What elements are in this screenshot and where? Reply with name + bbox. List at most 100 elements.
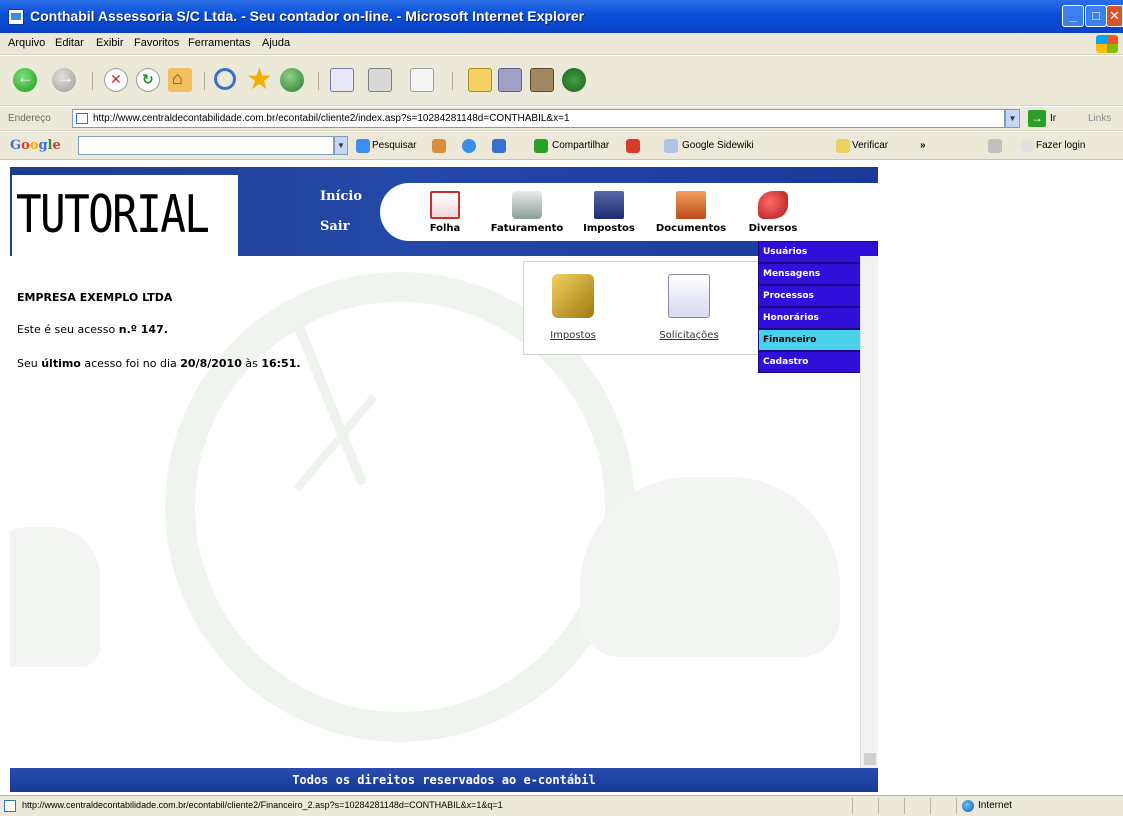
toolbar-separator <box>318 72 319 90</box>
google-search-input[interactable] <box>78 136 334 155</box>
edit-icon[interactable] <box>410 68 434 92</box>
taxes-icon <box>594 191 624 219</box>
status-url: http://www.centraldecontabilidade.com.br… <box>22 800 503 810</box>
last-time: 16:51. <box>261 357 301 370</box>
address-input[interactable]: http://www.centraldecontabilidade.com.br… <box>72 109 1005 128</box>
forward-icon[interactable] <box>52 68 76 92</box>
scroll-down-arrow-icon[interactable] <box>864 753 876 765</box>
menu-favoritos[interactable]: Favoritos <box>134 37 179 49</box>
maximize-button[interactable]: □ <box>1085 5 1107 27</box>
module-label: Folha <box>429 223 461 234</box>
print-icon[interactable] <box>368 68 392 92</box>
menu-exibir[interactable]: Exibir <box>96 37 124 49</box>
refresh-icon[interactable] <box>136 68 160 92</box>
bookmarks-icon[interactable] <box>432 139 446 153</box>
home-icon[interactable] <box>168 68 192 92</box>
google-search-icon[interactable] <box>356 139 370 153</box>
favorites-star-icon[interactable]: ★ <box>246 65 273 95</box>
spellcheck-icon[interactable] <box>836 139 850 153</box>
menu-arquivo[interactable]: Arquivo <box>8 37 45 49</box>
quick-label[interactable]: Impostos <box>528 330 618 341</box>
links-label[interactable]: Links <box>1088 113 1111 124</box>
status-bar: http://www.centraldecontabilidade.com.br… <box>0 795 1123 816</box>
nav-inicio-link[interactable]: Início <box>320 189 362 204</box>
tax-folder-icon <box>552 274 594 318</box>
google-search-button[interactable]: Pesquisar <box>372 140 416 151</box>
access-count-text: Este é seu acesso n.º 147. <box>17 323 168 336</box>
page-icon <box>76 113 88 124</box>
menu-ferramentas[interactable]: Ferramentas <box>188 37 250 49</box>
go-arrow-icon[interactable]: → <box>1028 110 1046 127</box>
quick-impostos[interactable]: Impostos <box>528 274 618 341</box>
highlight-icon[interactable] <box>626 139 640 153</box>
more-chevron-icon[interactable]: » <box>920 140 926 151</box>
standard-toolbar: ★ <box>0 56 1123 106</box>
security-zone: Internet <box>978 800 1012 811</box>
toolbar-separator <box>452 72 453 90</box>
toolbar-separator <box>92 72 93 90</box>
toolbar-separator <box>204 72 205 90</box>
back-icon[interactable] <box>13 68 37 92</box>
module-diversos[interactable]: Diversos <box>728 191 818 234</box>
wrench-icon[interactable] <box>988 139 1002 153</box>
module-label: Faturamento <box>490 223 564 234</box>
ie-page-icon <box>8 9 24 25</box>
google-toolbar: Google ▼ Pesquisar Compartilhar Google S… <box>0 132 1123 160</box>
status-divider <box>930 798 931 814</box>
users-icon[interactable] <box>562 68 586 92</box>
status-divider <box>852 798 853 814</box>
minimize-button[interactable]: _ <box>1062 5 1084 27</box>
module-impostos[interactable]: Impostos <box>564 191 654 234</box>
module-label: Documentos <box>655 223 727 234</box>
share-button[interactable]: Compartilhar <box>552 140 609 151</box>
module-faturamento[interactable]: Faturamento <box>482 191 572 234</box>
close-button[interactable]: ✕ <box>1106 5 1123 27</box>
page-scrollbar[interactable] <box>860 256 878 769</box>
web-page: TUTORIAL Início Sair Folha Faturamento I… <box>10 167 878 793</box>
misc-icon <box>758 191 788 219</box>
phone-watermark <box>10 527 100 667</box>
documents-icon <box>676 191 706 219</box>
access-number: n.º 147. <box>118 323 168 336</box>
sidewiki-icon[interactable] <box>664 139 678 153</box>
go-button-label[interactable]: Ir <box>1050 113 1056 124</box>
windows-logo-icon <box>1096 35 1118 53</box>
folder-icon[interactable] <box>468 68 492 92</box>
stop-icon[interactable] <box>104 68 128 92</box>
internet-zone-icon <box>962 800 974 812</box>
module-label: Diversos <box>748 223 798 234</box>
login-button[interactable]: Fazer login <box>1036 140 1085 151</box>
billing-icon <box>512 191 542 219</box>
translate-icon[interactable] <box>462 139 476 153</box>
browser-window: Conthabil Assessoria S/C Ltda. - Seu con… <box>0 0 1123 816</box>
last-word: último <box>41 357 81 370</box>
quick-solicitacoes[interactable]: Solicitações <box>644 274 734 341</box>
module-documentos[interactable]: Documentos <box>646 191 736 234</box>
company-name: EMPRESA EXEMPLO LTDA <box>17 291 173 304</box>
address-dropdown-icon[interactable]: ▼ <box>1005 109 1020 128</box>
info-document-icon <box>668 274 710 318</box>
login-icon[interactable] <box>1020 139 1034 153</box>
nav-sair-link[interactable]: Sair <box>320 219 350 234</box>
share-icon[interactable] <box>534 139 548 153</box>
window-title: Conthabil Assessoria S/C Ltda. - Seu con… <box>30 8 585 24</box>
last-mid: acesso foi no dia <box>80 357 181 370</box>
module-folha[interactable]: Folha <box>400 191 490 234</box>
last-access-text: Seu último acesso foi no dia 20/8/2010 à… <box>17 357 301 370</box>
research-icon[interactable] <box>530 68 554 92</box>
last-at: às <box>241 357 262 370</box>
search-icon[interactable] <box>214 68 236 90</box>
menu-ajuda[interactable]: Ajuda <box>262 37 290 49</box>
mail-icon[interactable] <box>330 68 354 92</box>
sidewiki-button[interactable]: Google Sidewiki <box>682 140 754 151</box>
quick-icons-panel: Impostos Solicitações <box>523 261 760 355</box>
history-icon[interactable] <box>280 68 304 92</box>
google-search-dropdown-icon[interactable]: ▼ <box>334 136 348 155</box>
plus-icon[interactable] <box>492 139 506 153</box>
status-divider <box>956 798 957 814</box>
messenger-icon[interactable] <box>498 68 522 92</box>
quick-label[interactable]: Solicitações <box>644 330 734 341</box>
last-prefix: Seu <box>17 357 42 370</box>
check-button[interactable]: Verificar <box>852 140 888 151</box>
menu-editar[interactable]: Editar <box>55 37 84 49</box>
